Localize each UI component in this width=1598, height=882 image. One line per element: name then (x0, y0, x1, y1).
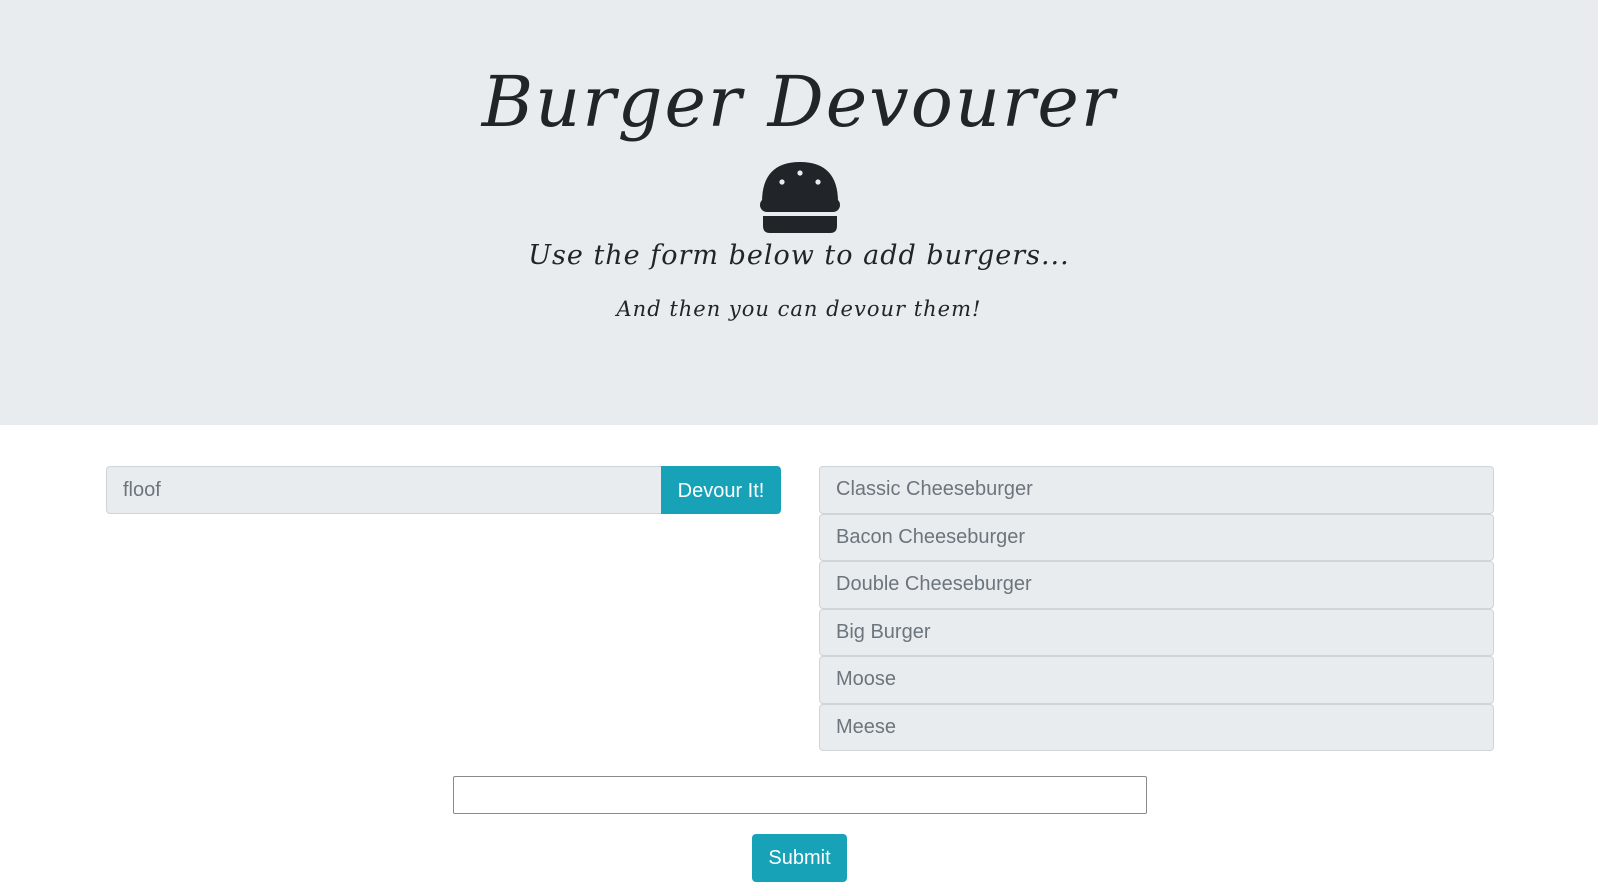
burger-list-item[interactable]: Big Burger (819, 608, 1494, 656)
burger-list: Classic Cheeseburger Bacon Cheeseburger … (819, 466, 1494, 751)
devour-button[interactable]: Devour It! (661, 466, 781, 514)
page-title: Burger Devourer (481, 61, 1117, 143)
devour-item: floof Devour It! (106, 466, 781, 514)
submit-button[interactable]: Submit (752, 834, 847, 882)
hamburger-icon (760, 162, 840, 233)
jumbotron-header: Burger Devourer Use the form below to ad… (0, 0, 1598, 425)
burger-list-item[interactable]: Double Cheeseburger (819, 561, 1494, 609)
burger-list-item[interactable]: Bacon Cheeseburger (819, 513, 1494, 561)
sublead-text: And then you can devour them! (616, 297, 982, 321)
burger-list-item[interactable]: Moose (819, 656, 1494, 704)
burger-list-item[interactable]: Classic Cheeseburger (819, 466, 1494, 514)
lead-text: Use the form below to add burgers... (528, 240, 1070, 271)
burger-list-item[interactable]: Meese (819, 703, 1494, 751)
burger-name-input[interactable] (453, 776, 1147, 814)
devoured-burger-name: floof (106, 466, 661, 514)
